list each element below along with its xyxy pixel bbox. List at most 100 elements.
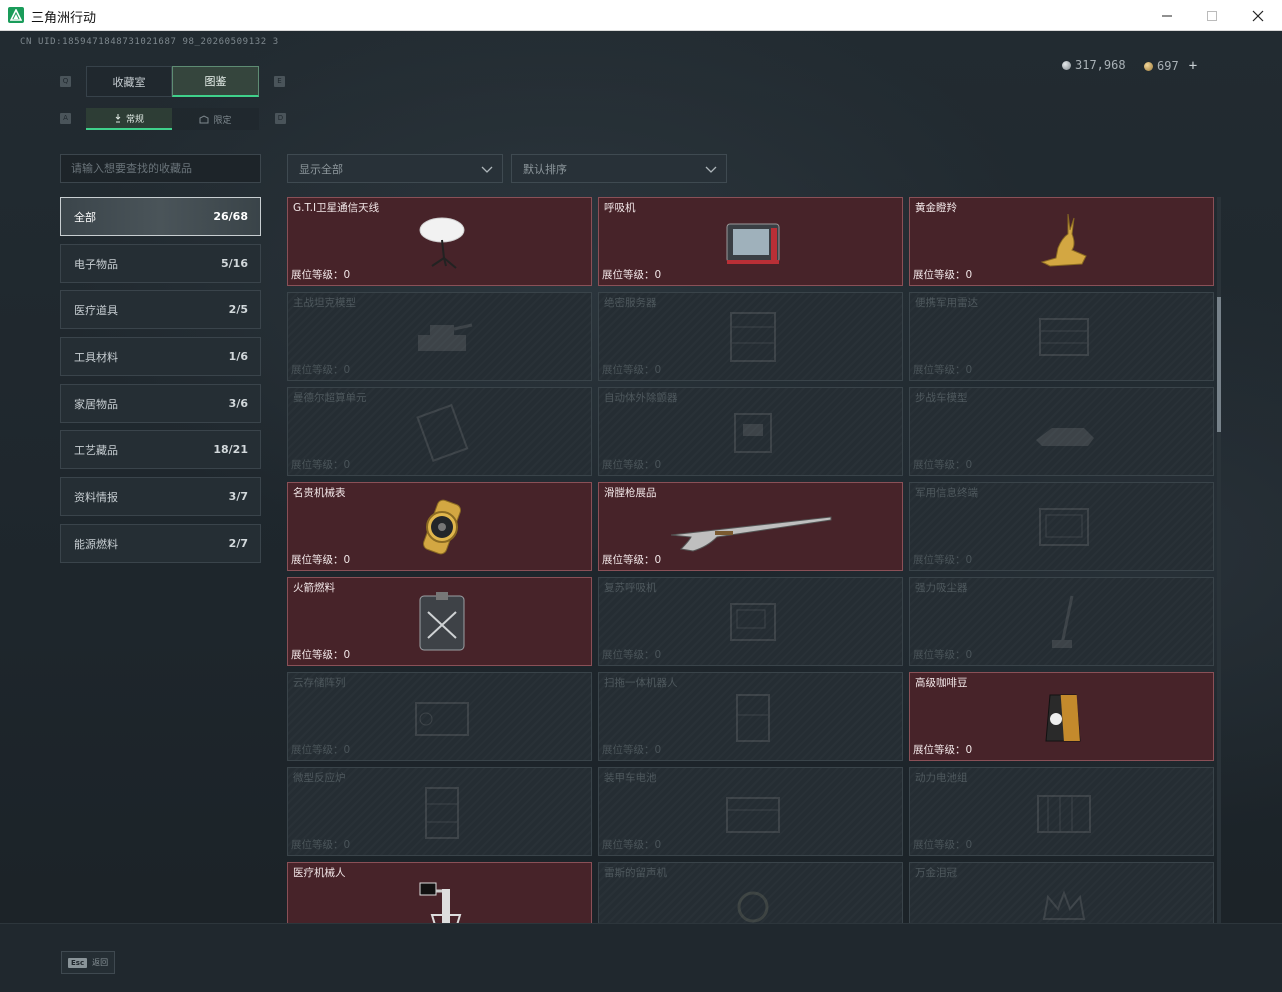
gold-coin-icon — [1144, 61, 1153, 71]
card-booth-level: 展位等级：0 — [913, 742, 972, 757]
card-item-name: 步战车模型 — [915, 392, 968, 404]
booth-level-label: 展位等级： — [913, 554, 966, 566]
category-label: 家居物品 — [74, 397, 118, 411]
category-intel[interactable]: 资料情报 3/7 — [60, 477, 261, 516]
category-crafts[interactable]: 工艺藏品 18/21 — [60, 430, 261, 469]
booth-level-value: 0 — [654, 744, 662, 756]
card-item-name: 雷斯的留声机 — [604, 867, 667, 879]
collection-card[interactable]: G.T.I卫星通信天线 展位等级：0 — [287, 197, 592, 286]
display-filter-select[interactable]: 显示全部 — [287, 154, 503, 183]
chevron-down-icon — [705, 166, 717, 173]
card-item-name: 滑膛枪展品 — [604, 487, 657, 499]
card-item-name: 呼吸机 — [604, 202, 636, 214]
booth-level-value: 0 — [965, 839, 973, 851]
add-currency-button[interactable]: + — [1189, 58, 1197, 74]
collection-card[interactable]: 便携军用雷达 展位等级：0 — [909, 292, 1214, 381]
booth-level-value: 0 — [343, 649, 351, 661]
card-booth-level: 展位等级：0 — [602, 362, 661, 377]
collection-card[interactable]: 黄金瞪羚 展位等级：0 — [909, 197, 1214, 286]
booth-level-label: 展位等级： — [913, 744, 966, 756]
booth-level-label: 展位等级： — [291, 554, 344, 566]
collection-card[interactable]: 绝密服务器展位等级：0 — [598, 292, 903, 381]
collection-card[interactable]: 呼吸机 展位等级：0 — [598, 197, 903, 286]
booth-level-label: 展位等级： — [913, 269, 966, 281]
search-input[interactable] — [60, 154, 261, 183]
booth-level-value: 0 — [654, 554, 662, 566]
collection-card[interactable]: 复苏呼吸机 展位等级：0 — [598, 577, 903, 666]
category-tools[interactable]: 工具材料 1/6 — [60, 337, 261, 376]
card-item-name: 便携军用雷达 — [915, 297, 978, 309]
collection-card[interactable]: 医疗机械人 — [287, 862, 592, 925]
collection-card[interactable]: 动力电池组 展位等级：0 — [909, 767, 1214, 856]
booth-level-value: 0 — [654, 459, 662, 471]
ifv-model-icon — [1036, 428, 1094, 446]
collection-card[interactable]: 扫拖一体机器人 展位等级：0 — [598, 672, 903, 761]
booth-level-label: 展位等级： — [602, 459, 655, 471]
watch-icon — [423, 499, 461, 555]
collection-card[interactable]: 高级咖啡豆 展位等级：0 — [909, 672, 1214, 761]
category-count: 2/5 — [228, 303, 248, 316]
minimize-button[interactable] — [1144, 0, 1190, 31]
maximize-button[interactable] — [1189, 0, 1235, 31]
booth-level-label: 展位等级： — [291, 839, 344, 851]
window-titlebar: 三角洲行动 — [0, 0, 1282, 31]
regular-tab-icon — [115, 114, 121, 123]
category-fuel[interactable]: 能源燃料 2/7 — [60, 524, 261, 563]
category-label: 工具材料 — [74, 350, 118, 364]
category-household[interactable]: 家居物品 3/6 — [60, 384, 261, 423]
booth-level-value: 0 — [965, 554, 973, 566]
collection-card[interactable]: 自动体外除颤器 展位等级：0 — [598, 387, 903, 476]
collection-card[interactable]: 滑膛枪展品展位等级：0 — [598, 482, 903, 571]
collection-card[interactable]: 步战车模型 展位等级：0 — [909, 387, 1214, 476]
category-count: 1/6 — [228, 350, 248, 363]
scrollbar-thumb[interactable] — [1217, 297, 1221, 432]
collection-card[interactable]: 名贵机械表 展位等级：0 — [287, 482, 592, 571]
tab-catalog[interactable]: 图鉴 — [172, 66, 259, 97]
card-item-name: 万金泪冠 — [915, 867, 957, 879]
booth-level-value: 0 — [965, 269, 973, 281]
booth-level-value: 0 — [343, 269, 351, 281]
collection-card[interactable]: 主战坦克模型 展位等级：0 — [287, 292, 592, 381]
card-item-name: 强力吸尘器 — [915, 582, 968, 594]
category-electronics[interactable]: 电子物品 5/16 — [60, 244, 261, 283]
collection-card[interactable]: 雷斯的留声机 — [598, 862, 903, 925]
collection-card[interactable]: 装甲车电池 展位等级：0 — [598, 767, 903, 856]
booth-level-value: 0 — [965, 744, 973, 756]
booth-level-label: 展位等级： — [602, 554, 655, 566]
collection-card[interactable]: 火箭燃料 展位等级：0 — [287, 577, 592, 666]
key-hint-e: E — [274, 76, 285, 87]
card-item-name: 曼德尔超算单元 — [293, 392, 367, 404]
back-button[interactable]: Esc 返回 — [61, 951, 115, 974]
booth-level-label: 展位等级： — [602, 839, 655, 851]
category-count: 18/21 — [213, 443, 248, 456]
card-item-name: 绝密服务器 — [604, 297, 657, 309]
booth-level-value: 0 — [343, 839, 351, 851]
subtab-regular[interactable]: 常规 — [86, 108, 172, 130]
reactor-icon — [425, 787, 459, 839]
card-booth-level: 展位等级：0 — [602, 457, 661, 472]
gramophone-icon — [737, 891, 769, 923]
collection-card[interactable]: 曼德尔超算单元 展位等级：0 — [287, 387, 592, 476]
collection-card[interactable]: 万金泪冠 — [909, 862, 1214, 925]
collection-card[interactable]: 云存储阵列 展位等级：0 — [287, 672, 592, 761]
booth-level-value: 0 — [965, 459, 973, 471]
collection-card[interactable]: 军用信息终端 展位等级：0 — [909, 482, 1214, 571]
chevron-down-icon — [481, 166, 493, 173]
collection-card[interactable]: 强力吸尘器 展位等级：0 — [909, 577, 1214, 666]
defibrillator-icon — [734, 413, 772, 453]
booth-level-label: 展位等级： — [913, 364, 966, 376]
sort-select[interactable]: 默认排序 — [511, 154, 727, 183]
subtab-limited[interactable]: 限定 — [172, 108, 259, 130]
back-label: 返回 — [92, 958, 109, 967]
app-logo-icon — [8, 7, 24, 23]
category-all[interactable]: 全部 26/68 — [60, 197, 261, 236]
collection-card[interactable]: 微型反应炉 展位等级：0 — [287, 767, 592, 856]
collection-grid: G.T.I卫星通信天线 展位等级：0 呼吸机 展位等级：0 黄金瞪羚 展位等级：0 主战坦克… — [287, 197, 1214, 925]
category-label: 电子物品 — [74, 257, 118, 271]
close-button[interactable] — [1235, 0, 1281, 31]
coffee-bag-icon — [1045, 694, 1081, 742]
tab-collection-room[interactable]: 收藏室 — [86, 66, 172, 97]
card-item-name: 扫拖一体机器人 — [604, 677, 678, 689]
card-booth-level: 展位等级：0 — [913, 362, 972, 377]
category-medical[interactable]: 医疗道具 2/5 — [60, 290, 261, 329]
